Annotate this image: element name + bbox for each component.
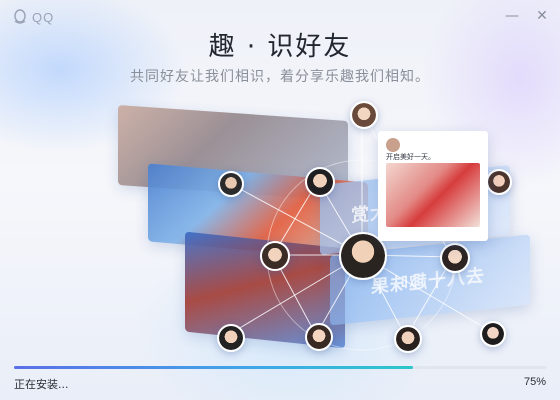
feed-card-image (386, 163, 480, 227)
avatar-bottom-left (217, 324, 245, 352)
install-progress-fill (14, 366, 413, 369)
avatar-right (486, 169, 512, 195)
install-status: 正在安装... (14, 378, 69, 391)
install-percent: 75% (523, 376, 546, 388)
avatar-mid-right (440, 243, 470, 273)
avatar-top (350, 101, 378, 129)
avatar-upper-left (305, 167, 335, 197)
avatar-far-left (218, 171, 244, 197)
install-progress-bar (14, 366, 546, 369)
window-controls: — ✕ (502, 6, 552, 26)
promo-tagline: 共同好友让我们相识，着分享乐趣我们相知。 (130, 69, 430, 85)
minimize-button[interactable]: — (502, 6, 522, 26)
feed-card-avatar (386, 138, 400, 152)
promo-headline: 趣 · 识好友 (208, 32, 352, 62)
close-button[interactable]: ✕ (532, 6, 552, 26)
avatar-bottom-right (480, 321, 506, 347)
promo-illustration: 安克斯动画大赏 去八十趣味果 (0, 95, 560, 355)
qq-logo: QQ (12, 9, 54, 25)
feed-card-text: 开启美好一天。 (386, 153, 435, 161)
penguin-icon (14, 9, 26, 24)
avatar-mid-left (260, 241, 290, 271)
avatar-bottom-center-right (394, 325, 422, 353)
avatar-bottom-center-left (305, 323, 333, 351)
feed-card: 开启美好一天。 (378, 131, 488, 241)
logo-text: QQ (32, 9, 55, 25)
